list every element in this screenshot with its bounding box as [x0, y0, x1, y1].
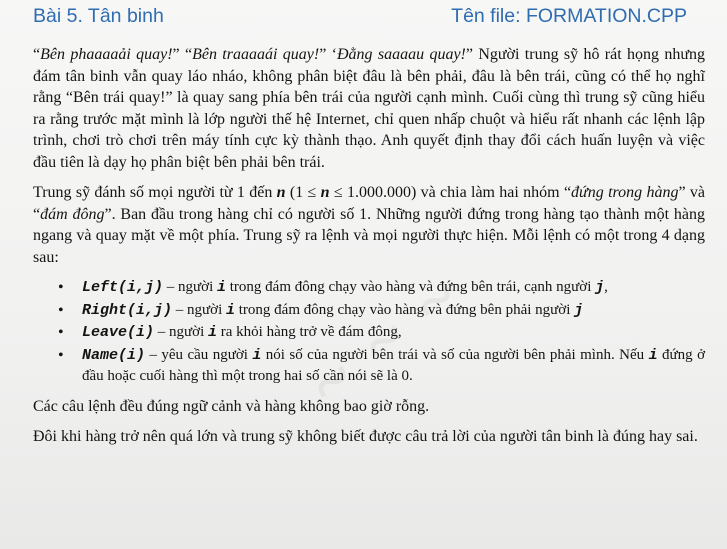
bullet-icon: •	[58, 301, 64, 319]
command-code: Name(i)	[82, 346, 146, 364]
group-crowd: đám đông	[40, 205, 105, 223]
command-list: • Left(i,j) – người i trong đám đông chạy…	[33, 277, 705, 388]
page: ~ ~ ~ Bài 5. Tân binh Tên file: FORMATIO…	[0, 0, 727, 549]
bullet-icon: •	[58, 279, 64, 296]
problem-statement: “Bên phaaaaải quay!” “Bên traaaaái quay!…	[33, 44, 705, 457]
context-paragraph: Các câu lệnh đều đúng ngữ cảnh và hàng k…	[33, 397, 430, 415]
list-item: • Left(i,j) – người i trong đám đông chạy…	[58, 277, 705, 299]
closing-paragraph: Đôi khi hàng trở nên quá lớn và trung sỹ…	[33, 428, 698, 445]
list-item: • Name(i) – yêu cầu người i nói số của ng…	[58, 346, 706, 385]
bullet-icon: •	[58, 324, 64, 341]
setup-paragraph: Trung sỹ đánh số mọi người từ 1 đến n (1…	[33, 184, 706, 266]
intro-text: Người trung sỹ hô rát họng nhưng đám tân…	[33, 46, 706, 171]
file-name: Tên file: FORMATION.CPP	[451, 5, 687, 27]
var-n: n	[276, 184, 286, 201]
command-code: Left(i,j)	[82, 279, 164, 296]
intro-paragraph: “Bên phaaaaải quay!” “Bên traaaaái quay!…	[33, 46, 706, 171]
list-item: • Leave(i) – người i ra khỏi hàng trở về …	[58, 322, 705, 344]
command-code: Right(i,j)	[82, 301, 173, 319]
var-n: n	[320, 184, 330, 201]
command-code: Leave(i)	[82, 324, 155, 341]
quote-right-turn: Bên phaaaaải quay!	[40, 46, 173, 63]
quote-about-turn: Đằng saaaau quay!	[336, 46, 466, 63]
quote-left-turn: Bên traaaaái quay!	[192, 46, 320, 63]
problem-title: Bài 5. Tân binh	[33, 5, 164, 27]
list-item: • Right(i,j) – người i trong đám đông chạ…	[58, 300, 705, 322]
bullet-icon: •	[58, 346, 64, 364]
group-in-line: đứng trong hàng	[571, 184, 679, 201]
